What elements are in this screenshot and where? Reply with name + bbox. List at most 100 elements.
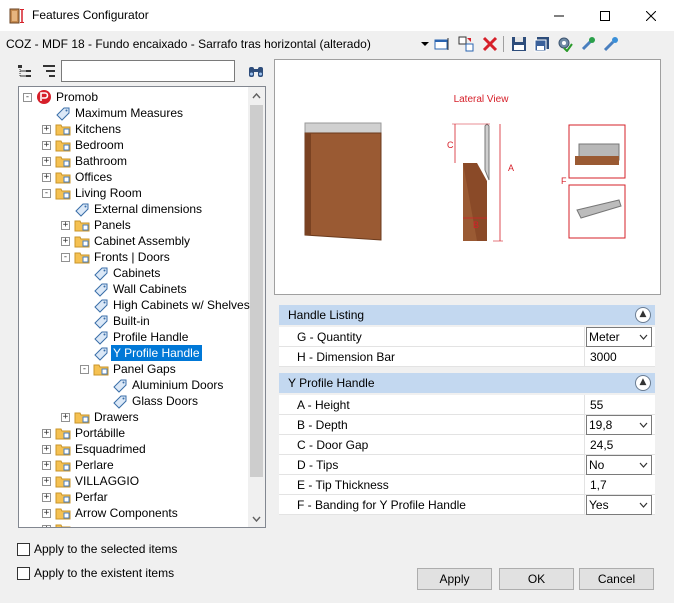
tree-node[interactable]: + Kitchens [19,121,247,137]
tree-node-label[interactable]: External dimensions [92,201,204,217]
expand-icon[interactable]: + [61,221,70,230]
property-value-field[interactable]: 3000 [586,347,652,367]
tree-view-icon[interactable] [17,63,33,79]
tree-node[interactable]: + Panels [19,217,247,233]
tree-node-label[interactable]: Drawers [92,409,141,425]
tree-node[interactable]: + Perfar [19,489,247,505]
features-tree[interactable]: - Promob Maximum Measures + Kitchens + Bedroom… [18,86,266,528]
apply-button[interactable]: Apply [417,568,492,590]
tree-node[interactable]: + VILLAGGIO [19,473,247,489]
tree-node[interactable]: + Offices [19,169,247,185]
tree-node-label[interactable]: Offices [73,169,114,185]
property-value-select[interactable]: Yes [586,495,652,515]
expand-icon[interactable]: + [42,429,51,438]
tree-node-label[interactable]: Portábille [73,425,127,441]
tree-node-label[interactable]: Wall Cabinets [111,281,189,297]
property-value-select[interactable]: Meter [586,327,652,347]
tree-node-label[interactable]: Panel Gaps [111,361,178,377]
collapse-section-icon[interactable]: ▲ [635,307,651,323]
tree-node-label[interactable]: VILLAGGIO [73,473,141,489]
tree-levels-icon[interactable] [41,63,57,79]
tree-node-label[interactable]: High Cabinets w/ Shelves [111,297,252,313]
ok-button[interactable]: OK [499,568,574,590]
tree-node[interactable]: - Promob [19,89,247,105]
collapse-section-icon[interactable]: ▲ [635,375,651,391]
tree-node[interactable]: + Bathroom [19,153,247,169]
save-icon[interactable] [511,36,527,52]
expand-icon[interactable]: + [42,477,51,486]
tree-node[interactable]: + Portábille [19,425,247,441]
tree-node[interactable]: Wall Cabinets [19,281,247,297]
tree-node[interactable]: Built-in [19,313,247,329]
pin-icon[interactable] [603,36,619,52]
tree-node[interactable]: Profile Handle [19,329,247,345]
split-icon[interactable] [458,36,474,52]
collapse-icon[interactable]: - [80,365,89,374]
property-value-select[interactable]: No [586,455,652,475]
apply-existent-option[interactable]: Apply to the existent items [17,565,174,581]
tree-node[interactable]: Cabinets [19,265,247,281]
tree-node-label[interactable]: Kitchens [73,121,123,137]
property-value-field[interactable]: 1,7 [586,475,652,495]
tree-node[interactable]: + Bedroom [19,137,247,153]
collapse-icon[interactable]: - [61,253,70,262]
tree-node-label[interactable]: Aluminium Doors [130,377,225,393]
tree-node[interactable]: Maximum Measures [19,105,247,121]
expand-icon[interactable]: + [61,237,70,246]
expand-icon[interactable]: + [61,413,70,422]
save-as-icon[interactable] [534,36,550,52]
tree-node-label[interactable]: Maximum Measures [73,105,185,121]
tree-node[interactable]: + Cabinet Assembly [19,233,247,249]
minimize-button[interactable] [536,0,582,31]
tree-node[interactable]: - Living Room [19,185,247,201]
tree-node[interactable]: Aluminium Doors [19,377,247,393]
tree-node-label[interactable]: Fronts | Doors [92,249,172,265]
collapse-icon[interactable]: - [42,189,51,198]
tree-node-label[interactable]: Esquadrimed [73,441,148,457]
tree-node-label[interactable]: Perfar [73,489,110,505]
tree-node[interactable]: + Drawers [19,409,247,425]
expand-icon[interactable]: + [42,509,51,518]
property-section-header[interactable]: Handle Listing ▲ [279,305,655,325]
settings-check-icon[interactable] [557,36,573,52]
property-value-field[interactable]: 24,5 [586,435,652,455]
tree-node-label[interactable]: Cabinets [111,265,162,281]
tree-node-label[interactable]: Built-in [111,313,152,329]
scroll-up-button[interactable] [248,87,265,104]
delete-icon[interactable] [482,36,498,52]
dropdown-arrow-icon[interactable] [421,40,429,48]
close-button[interactable] [628,0,674,31]
cancel-button[interactable]: Cancel [579,568,654,590]
tree-node-label[interactable]: Cabinet Assembly [92,233,192,249]
tree-node-label[interactable]: Glass Doors [130,393,200,409]
tree-node-label[interactable]: Perlare [73,457,116,473]
expand-icon[interactable]: + [42,493,51,502]
tree-node[interactable]: - Fronts | Doors [19,249,247,265]
apply-selected-option[interactable]: Apply to the selected items [17,541,177,557]
expand-icon[interactable]: + [42,461,51,470]
tree-node[interactable]: + Arrow Components [19,505,247,521]
tree-node-label[interactable]: Panels [92,217,133,233]
expand-icon[interactable]: + [42,125,51,134]
apply-selected-checkbox[interactable] [17,542,30,556]
expand-icon[interactable]: + [42,141,51,150]
tree-node[interactable]: Y Profile Handle [19,345,247,361]
property-section-header[interactable]: Y Profile Handle ▲ [279,373,655,393]
collapse-icon[interactable]: - [23,93,32,102]
tree-node-label[interactable]: Arrow Components [73,505,180,521]
tree-node[interactable]: External dimensions [19,201,247,217]
maximize-button[interactable] [582,0,628,31]
tree-node[interactable]: High Cabinets w/ Shelves [19,297,250,313]
tree-node[interactable]: + [19,521,247,527]
property-value-field[interactable]: 55 [586,395,652,415]
tree-filter-input[interactable] [61,60,235,82]
tree-node[interactable]: + Perlare [19,457,247,473]
expand-icon[interactable]: + [42,157,51,166]
expand-icon[interactable]: + [42,445,51,454]
tree-node-label[interactable]: Living Room [73,185,144,201]
property-value-select[interactable]: 19,8 [586,415,652,435]
tree-node-label[interactable]: Profile Handle [111,329,190,345]
scroll-down-button[interactable] [248,510,265,527]
tree-node-label[interactable]: Bedroom [73,137,126,153]
expand-icon[interactable]: + [42,173,51,182]
